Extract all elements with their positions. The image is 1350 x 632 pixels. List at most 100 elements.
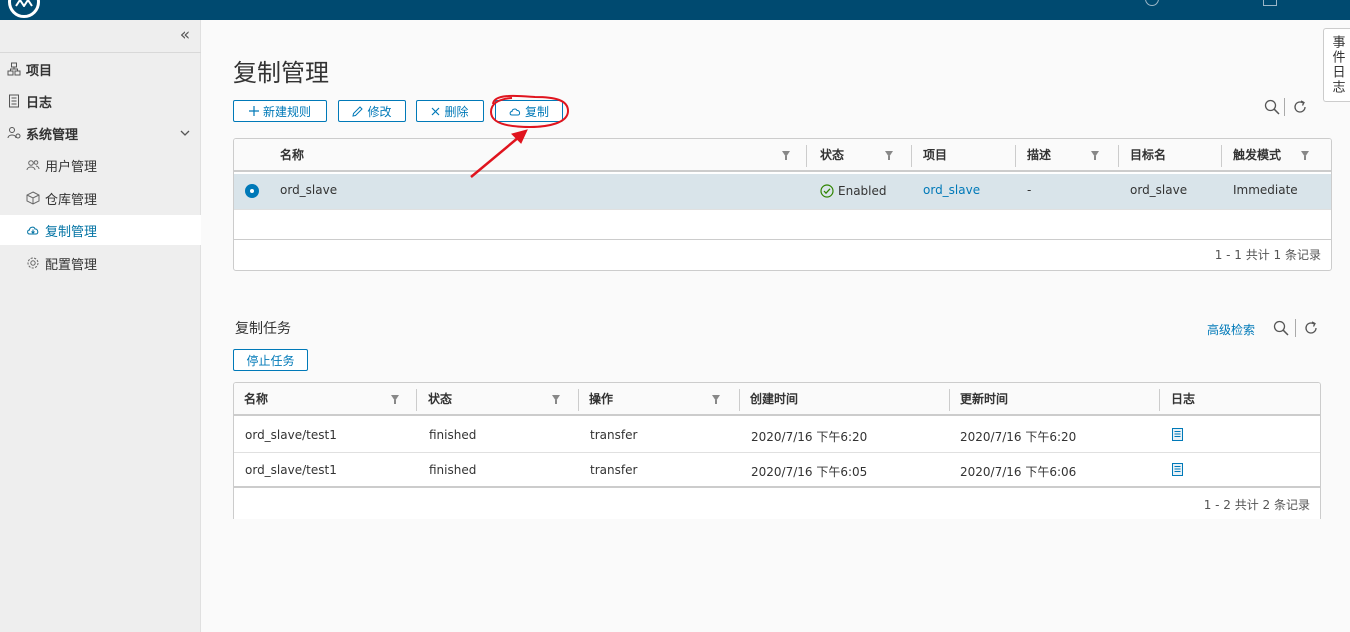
column-header-logs[interactable]: 日志 [1161, 383, 1195, 416]
logo-icon[interactable] [8, 0, 40, 18]
rule-status-text: Enabled [838, 184, 887, 198]
refresh-icon[interactable] [1302, 319, 1320, 337]
users-icon [26, 158, 40, 172]
sidebar-item-projects[interactable]: 项目 [0, 54, 201, 84]
replicate-label: 复制 [524, 104, 549, 119]
document-icon[interactable] [1263, 0, 1277, 6]
rules-datagrid: 名称 状态 项目 描述 目标名 触发模式 ord_slave Enabled o… [233, 138, 1332, 271]
column-divider [911, 145, 912, 167]
task-status: finished [429, 463, 477, 477]
table-row: ord_slave/test1 finished transfer 2020/7… [234, 418, 1320, 453]
refresh-icon[interactable] [1291, 98, 1309, 116]
sidebar-item-label: 用户管理 [45, 159, 98, 175]
column-header-description[interactable]: 描述 [1017, 139, 1051, 172]
column-divider [1221, 145, 1222, 167]
filter-icon[interactable] [712, 395, 720, 404]
event-log-tab[interactable]: 事件日志 [1323, 28, 1350, 102]
column-header-status[interactable]: 状态 [810, 139, 844, 172]
delete-button[interactable]: 删除 [416, 100, 484, 122]
rule-target: ord_slave [1130, 183, 1188, 197]
rules-header: 名称 状态 项目 描述 目标名 触发模式 [234, 139, 1331, 172]
task-status: finished [429, 428, 477, 442]
sidebar-divider [0, 52, 201, 53]
top-header [0, 0, 1350, 20]
filter-icon[interactable] [885, 151, 893, 160]
column-header-target[interactable]: 目标名 [1120, 139, 1166, 172]
rule-project-link[interactable]: ord_slave [923, 183, 980, 197]
gear-icon [26, 256, 40, 270]
task-created: 2020/7/16 下午6:05 [751, 465, 868, 479]
column-header-status[interactable]: 状态 [418, 383, 452, 416]
sidebar-item-label: 项目 [26, 63, 53, 79]
column-divider [1159, 389, 1160, 411]
table-row[interactable]: ord_slave Enabled ord_slave - ord_slave … [234, 174, 1331, 210]
collapse-icon[interactable]: « [176, 26, 194, 44]
column-divider [1015, 145, 1016, 167]
filter-icon[interactable] [1301, 151, 1309, 160]
edit-label: 修改 [367, 104, 392, 119]
plus-icon [248, 106, 259, 116]
column-header-updated[interactable]: 更新时间 [950, 383, 1008, 416]
sidebar-item-label: 系统管理 [26, 127, 79, 143]
task-operation: transfer [590, 428, 638, 442]
task-updated: 2020/7/16 下午6:20 [960, 430, 1077, 444]
sidebar-item-registries[interactable]: 仓库管理 [0, 183, 201, 213]
tasks-pagination: 1 - 2 共计 2 条记录 [1203, 498, 1310, 512]
filter-icon[interactable] [1091, 151, 1099, 160]
sidebar-item-users[interactable]: 用户管理 [0, 150, 201, 180]
table-row: ord_slave/test1 finished transfer 2020/7… [234, 453, 1320, 488]
task-created: 2020/7/16 下午6:20 [751, 430, 868, 444]
replicate-button[interactable]: 复制 [495, 100, 563, 122]
column-header-project[interactable]: 项目 [913, 139, 947, 172]
task-name: ord_slave/test1 [245, 463, 337, 477]
toolbar-divider [1295, 319, 1296, 337]
help-icon[interactable] [1145, 0, 1159, 6]
tasks-section-title: 复制任务 [235, 321, 291, 337]
cloud-copy-icon [509, 106, 521, 117]
stop-task-button[interactable]: 停止任务 [233, 349, 308, 371]
column-header-operation[interactable]: 操作 [579, 383, 613, 416]
empty-row [234, 211, 1331, 240]
task-name: ord_slave/test1 [245, 428, 337, 442]
rules-pagination: 1 - 1 共计 1 条记录 [1214, 248, 1321, 262]
log-file-icon[interactable] [1172, 428, 1183, 444]
new-rule-label: 新建规则 [262, 104, 311, 119]
search-icon[interactable] [1263, 98, 1281, 116]
check-circle-icon [820, 184, 834, 198]
sidebar-item-logs[interactable]: 日志 [0, 86, 201, 116]
filter-icon[interactable] [552, 395, 560, 404]
edit-button[interactable]: 修改 [338, 100, 406, 122]
column-header-name[interactable]: 名称 [270, 139, 304, 172]
column-header-trigger[interactable]: 触发模式 [1223, 139, 1281, 172]
page-title: 复制管理 [233, 59, 329, 87]
filter-icon[interactable] [391, 395, 399, 404]
tasks-datagrid: 名称 状态 操作 创建时间 更新时间 日志 ord_slave/test1 fi… [233, 382, 1321, 519]
advanced-search-link[interactable]: 高级检索 [1207, 321, 1255, 338]
delete-label: 删除 [444, 104, 469, 119]
column-divider [806, 145, 807, 167]
pencil-icon [352, 105, 364, 117]
new-rule-button[interactable]: 新建规则 [233, 100, 327, 122]
sidebar: « 项目 日志 系统管理 用户管理 仓库管理 复制管理 配置管理 [0, 20, 201, 632]
filter-icon[interactable] [782, 151, 790, 160]
row-select-radio[interactable] [245, 184, 259, 198]
rule-name: ord_slave [280, 183, 338, 197]
chevron-down-icon[interactable] [180, 126, 190, 141]
column-divider [416, 389, 417, 411]
column-header-created[interactable]: 创建时间 [740, 383, 798, 416]
task-updated: 2020/7/16 下午6:06 [960, 465, 1077, 479]
search-icon[interactable] [1272, 319, 1290, 337]
cloud-copy-icon [26, 223, 40, 237]
tasks-header: 名称 状态 操作 创建时间 更新时间 日志 [234, 383, 1320, 416]
log-file-icon[interactable] [1172, 463, 1183, 479]
sidebar-item-system[interactable]: 系统管理 [0, 118, 201, 148]
sidebar-item-replication[interactable]: 复制管理 [0, 215, 201, 245]
main-content: 复制管理 新建规则 修改 删除 复制 名称 状态 项目 描述 目标名 触发模式 … [201, 20, 1350, 632]
box-icon [26, 191, 40, 205]
close-icon [431, 107, 440, 116]
sidebar-item-label: 复制管理 [45, 224, 98, 240]
column-header-name[interactable]: 名称 [234, 383, 268, 416]
sidebar-item-label: 配置管理 [45, 257, 98, 273]
rule-description: - [1027, 183, 1032, 197]
sidebar-item-configuration[interactable]: 配置管理 [0, 248, 201, 278]
